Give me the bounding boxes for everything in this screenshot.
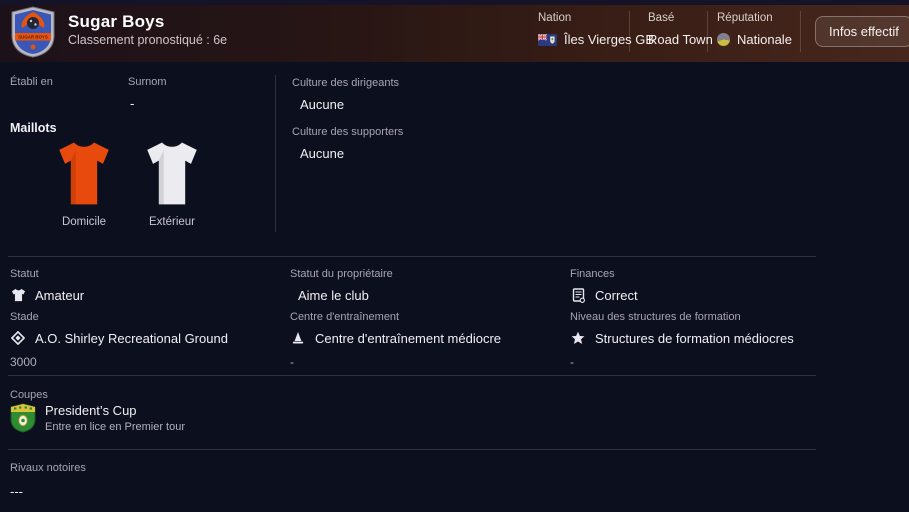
reputation-level: Nationale (737, 32, 792, 47)
nation-label: Nation (538, 12, 572, 24)
owner-status-value: Aime le club (298, 287, 369, 303)
rivals-label: Rivaux notoires (10, 462, 86, 474)
boardroom-culture-label: Culture des dirigeants (292, 77, 400, 89)
section-divider (8, 256, 816, 257)
stadium-icon (10, 330, 26, 346)
cup-crest-icon (10, 403, 36, 433)
crest-banner-text: SUGAR BOYS (18, 35, 48, 40)
header-divider (800, 11, 801, 52)
club-name: Sugar Boys (68, 12, 165, 31)
youth-facilities-label: Niveau des structures de formation (570, 311, 741, 323)
nation-value[interactable]: Îles Vierges GB (538, 32, 654, 47)
cup-status: Entre en lice en Premier tour (45, 421, 186, 433)
fan-culture-value: Aucune (300, 146, 345, 161)
home-kit: Domicile (50, 138, 118, 228)
training-label: Centre d'entraînement (290, 311, 400, 323)
header-divider (707, 11, 708, 52)
home-kit-icon (59, 142, 109, 205)
finances-value: Correct (595, 287, 638, 303)
section-divider (8, 449, 816, 450)
youth-facilities-value: Structures de formation médiocres (595, 330, 794, 346)
youth-facilities-cell: Niveau des structures de formation Struc… (570, 311, 842, 369)
vertical-divider (275, 75, 276, 232)
kits-row: Domicile Extérieur (50, 138, 206, 228)
rivals-value: --- (10, 484, 23, 499)
club-header: SUGAR BOYS Sugar Boys Classement pronost… (0, 0, 909, 62)
star-icon (570, 330, 586, 346)
cup-item[interactable]: President’s Cup Entre en lice en Premier… (10, 403, 185, 433)
fan-culture-block: Culture des supporters Aucune (292, 126, 403, 161)
stadium-capacity: 3000 (10, 355, 37, 369)
status-cell: Statut Amateur (10, 268, 282, 304)
based-label: Basé (648, 12, 675, 24)
cups-label: Coupes (10, 389, 48, 401)
boardroom-culture-value: Aucune (300, 97, 345, 112)
youth-facilities-sub: - (570, 355, 574, 369)
status-label: Statut (10, 268, 39, 280)
stadium-cell: Stade A.O. Shirley Recreational Ground 3… (10, 311, 282, 369)
shirt-icon (10, 287, 26, 303)
away-kit-icon (147, 142, 197, 205)
based-city: Road Town (648, 32, 713, 47)
club-overview-screen: SUGAR BOYS Sugar Boys Classement pronost… (0, 0, 909, 512)
kits-label: Maillots (10, 121, 57, 135)
status-value: Amateur (35, 287, 85, 303)
fan-culture-label: Culture des supporters (292, 126, 404, 138)
nickname-value: - (130, 96, 135, 111)
section-divider (8, 375, 816, 376)
home-kit-label: Domicile (61, 216, 107, 228)
header-divider (629, 11, 630, 52)
bvi-flag-icon (538, 33, 557, 46)
header-top-strip (0, 0, 909, 5)
ledger-icon (570, 287, 586, 303)
away-kit: Extérieur (138, 138, 206, 228)
finances-cell: Finances Correct (570, 268, 842, 304)
owner-status-label: Statut du propriétaire (290, 268, 393, 280)
stadium-label: Stade (10, 311, 39, 323)
finances-label: Finances (570, 268, 615, 280)
nation-name: Îles Vierges GB (564, 32, 655, 47)
squad-info-button[interactable]: Infos effectif (815, 16, 909, 47)
reputation-globe-icon (717, 33, 730, 46)
training-sub: - (290, 355, 294, 369)
predicted-finish: Classement pronostiqué : 6e (68, 33, 228, 47)
away-kit-label: Extérieur (148, 216, 196, 228)
training-cell: Centre d'entraînement Centre d'entraînem… (290, 311, 562, 369)
training-cone-icon (290, 330, 306, 346)
cup-name: President’s Cup (45, 403, 137, 418)
established-label: Établi en (10, 76, 53, 88)
boardroom-culture-block: Culture des dirigeants Aucune (292, 77, 399, 112)
nickname-label: Surnom (128, 76, 167, 88)
club-crest-icon: SUGAR BOYS (11, 6, 55, 58)
reputation-label: Réputation (717, 12, 773, 24)
training-value: Centre d'entraînement médiocre (315, 330, 502, 346)
stadium-name[interactable]: A.O. Shirley Recreational Ground (35, 331, 228, 346)
owner-status-cell: Statut du propriétaire Aime le club (290, 268, 562, 304)
